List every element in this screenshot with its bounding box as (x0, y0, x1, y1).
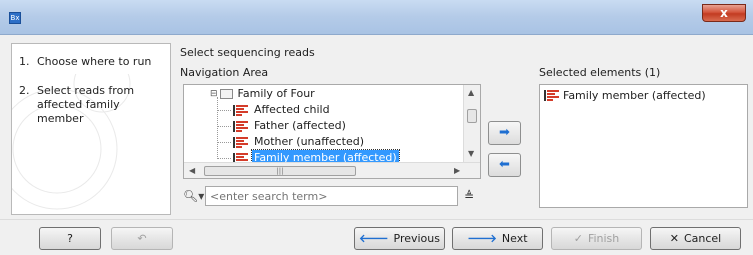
sequence-list-icon (233, 136, 248, 148)
search-input[interactable] (205, 186, 458, 206)
cancel-button[interactable]: ✕ Cancel (650, 227, 741, 250)
help-label: ? (67, 232, 73, 245)
sequence-list-icon (544, 89, 559, 101)
help-button[interactable]: ? (39, 227, 101, 250)
tree-item-label: Family of Four (237, 87, 315, 100)
arrow-right-icon: ➡ (499, 125, 510, 140)
title-bar: Bx x (0, 0, 753, 35)
tree-item-label: Father (affected) (254, 119, 346, 132)
tree-connector (217, 126, 231, 127)
step-choose-where-to-run: 1. Choose where to run (19, 55, 151, 69)
selected-elements-list[interactable]: Family member (affected) (539, 84, 748, 208)
sequence-list-icon (233, 104, 248, 116)
previous-button[interactable]: 🡐 Previous (354, 227, 445, 250)
sequence-list-icon (233, 120, 248, 132)
tree-connector (217, 158, 231, 159)
scroll-down-icon[interactable]: ▼ (468, 149, 474, 158)
section-title: Select sequencing reads (180, 46, 315, 59)
step-number: 2. (19, 84, 30, 97)
finish-button[interactable]: ✓ Finish (551, 227, 642, 250)
step-label: Choose where to run (37, 55, 152, 68)
checkmark-icon: ✓ (573, 232, 583, 245)
arrow-right-icon: 🡒 (467, 232, 497, 245)
next-button[interactable]: 🡒 Next (452, 227, 543, 250)
previous-label: Previous (393, 232, 441, 245)
reset-icon: ↶ (137, 232, 147, 245)
scrollbar-thumb[interactable]: ||| (204, 166, 356, 176)
tree-item[interactable]: Mother (unaffected) (233, 134, 366, 150)
tree-folder-family-of-four[interactable]: ⊟ Family of Four (210, 86, 317, 102)
app-icon: Bx (9, 12, 21, 24)
tree-item-label: Mother (unaffected) (254, 135, 365, 148)
list-item-label: Family member (affected) (563, 88, 706, 102)
close-button[interactable]: x (702, 4, 746, 22)
scroll-up-icon[interactable]: ▲ (468, 88, 474, 97)
step-number: 1. (19, 55, 30, 68)
arrow-left-icon: ⬅ (499, 157, 510, 172)
horizontal-scrollbar[interactable]: ◀ ||| ▶ (184, 162, 480, 178)
arrow-left-icon: 🡐 (359, 232, 389, 245)
step-select-reads: 2. Select reads from affected family mem… (19, 84, 157, 126)
add-to-selected-button[interactable]: ➡ (488, 121, 521, 145)
tree-connector (217, 142, 231, 143)
sort-icon[interactable]: ≜ (464, 189, 474, 203)
navigation-tree[interactable]: ⊟ Family of Four Affected child Father (… (183, 84, 481, 179)
folder-icon (219, 89, 233, 99)
cancel-label: Cancel (683, 232, 722, 245)
tree-item-label: Affected child (254, 103, 330, 116)
remove-from-selected-button[interactable]: ⬅ (488, 153, 521, 177)
scrollbar-thumb[interactable] (467, 109, 477, 123)
search-icon[interactable]: 🔍︎▾ (183, 189, 204, 203)
next-label: Next (501, 232, 528, 245)
scroll-right-icon[interactable]: ▶ (454, 166, 460, 175)
tree-connector (217, 97, 218, 159)
step-label: Select reads from affected family member (37, 84, 135, 125)
reset-button[interactable]: ↶ (111, 227, 173, 250)
tree-item[interactable]: Affected child (233, 102, 332, 118)
vertical-scrollbar[interactable]: ▲ ▼ (463, 85, 480, 163)
wizard-steps-panel: 1. Choose where to run 2. Select reads f… (11, 43, 171, 215)
selected-elements-label: Selected elements (1) (539, 66, 661, 79)
collapse-icon[interactable]: ⊟ (210, 86, 218, 102)
scroll-left-icon[interactable]: ◀ (189, 166, 195, 175)
tree-item[interactable]: Father (affected) (233, 118, 348, 134)
list-item[interactable]: Family member (affected) (544, 87, 706, 103)
finish-label: Finish (587, 232, 620, 245)
x-icon: ✕ (669, 232, 679, 245)
navigation-area-label: Navigation Area (180, 66, 269, 79)
tree-connector (217, 110, 231, 111)
